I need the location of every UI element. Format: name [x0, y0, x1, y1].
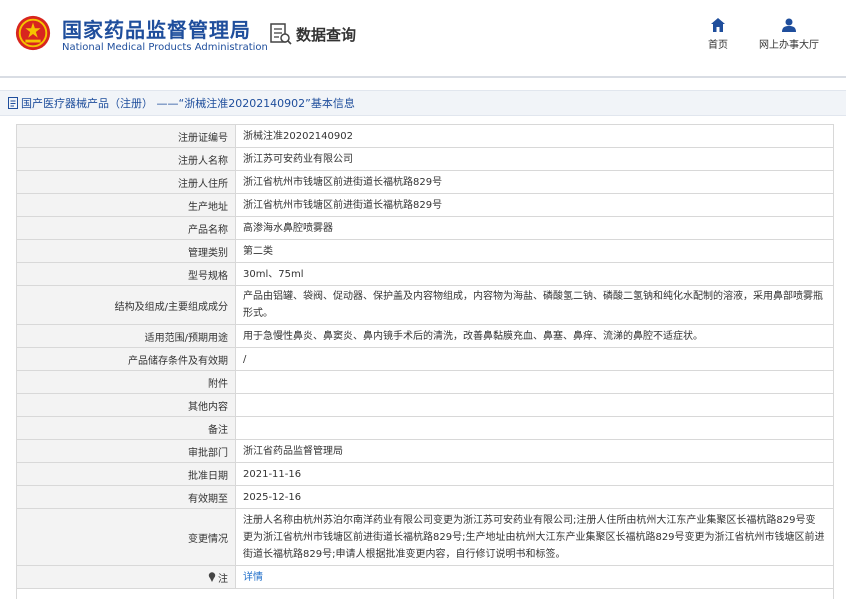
- site-header: 国家药品监督管理局 National Medical Products Admi…: [0, 0, 846, 78]
- data-query-label: 数据查询: [296, 25, 357, 44]
- field-value: 浙江省药品监督管理局: [243, 445, 343, 457]
- field-label: 型号规格: [17, 263, 236, 285]
- nav-online-hall-label: 网上办事大厅: [759, 40, 819, 51]
- table-row: 审批部门 浙江省药品监督管理局: [17, 440, 833, 463]
- table-row: 适用范围/预期用途 用于急慢性鼻炎、鼻窦炎、鼻内镜手术后的清洗，改善鼻黏膜充血、…: [17, 325, 833, 348]
- table-row: 其他内容: [17, 394, 833, 417]
- site-logo-title: 国家药品监督管理局: [62, 18, 251, 42]
- field-label: 其他内容: [17, 394, 236, 416]
- field-label: 适用范围/预期用途: [17, 325, 236, 347]
- table-row: 管理类别 第二类: [17, 240, 833, 263]
- page-title: 国产医疗器械产品（注册） ——“浙械注准20202140902”基本信息: [21, 97, 355, 110]
- field-label: 产品储存条件及有效期: [17, 348, 236, 370]
- field-label: 生产地址: [17, 194, 236, 216]
- field-value: 浙械注准20202140902: [243, 130, 353, 142]
- table-row: 注册人住所 浙江省杭州市钱塘区前进街道长福杭路829号: [17, 171, 833, 194]
- page-title-bar: 国产医疗器械产品（注册） ——“浙械注准20202140902”基本信息: [0, 90, 846, 116]
- site-logo-subtitle: National Medical Products Administration: [62, 42, 268, 53]
- table-row: 结构及组成/主要组成成分 产品由铝罐、袋阀、促动器、保护盖及内容物组成，内容物为…: [17, 286, 833, 325]
- table-row: 注 详情: [17, 566, 833, 589]
- field-value: 30ml、75ml: [243, 268, 304, 280]
- table-row: 注册人名称 浙江苏可安药业有限公司: [17, 148, 833, 171]
- field-value: 用于急慢性鼻炎、鼻窦炎、鼻内镜手术后的清洗，改善鼻黏膜充血、鼻塞、鼻痒、流涕的鼻…: [243, 330, 703, 342]
- document-icon: [8, 97, 18, 109]
- national-emblem-icon: [15, 15, 51, 51]
- field-value: 高渗海水鼻腔喷雾器: [243, 222, 333, 234]
- field-value: 2025-12-16: [243, 491, 302, 503]
- detail-table: 注册证编号 浙械注准20202140902 注册人名称 浙江苏可安药业有限公司 …: [16, 124, 834, 599]
- field-value: [236, 417, 833, 439]
- table-row: 生产地址 浙江省杭州市钱塘区前进街道长福杭路829号: [17, 194, 833, 217]
- field-label: 附件: [17, 371, 236, 393]
- user-icon: [782, 18, 796, 32]
- field-label: 注: [17, 566, 236, 588]
- data-query-icon: [270, 23, 292, 45]
- field-value: 浙江省杭州市钱塘区前进街道长福杭路829号: [243, 176, 443, 188]
- data-query-link[interactable]: 数据查询: [270, 22, 356, 46]
- pin-icon: [208, 572, 216, 582]
- field-value: [236, 371, 833, 393]
- field-label: 管理类别: [17, 240, 236, 262]
- field-value: [236, 394, 833, 416]
- field-label: 注册人名称: [17, 148, 236, 170]
- home-icon: [711, 18, 725, 32]
- field-label: 注册人住所: [17, 171, 236, 193]
- field-label: 结构及组成/主要组成成分: [17, 286, 236, 324]
- field-value: 产品由铝罐、袋阀、促动器、保护盖及内容物组成，内容物为海盐、磷酸氢二钠、磷酸二氢…: [243, 291, 823, 319]
- details-link[interactable]: 详情: [243, 569, 263, 586]
- nav-home-button[interactable]: 首页: [700, 18, 736, 51]
- table-row: 备注: [17, 417, 833, 440]
- field-value: 浙江省杭州市钱塘区前进街道长福杭路829号: [243, 199, 443, 211]
- field-label: 变更情况: [17, 509, 236, 565]
- field-label: 产品名称: [17, 217, 236, 239]
- field-label: 有效期至: [17, 486, 236, 508]
- note-label: 注: [218, 573, 228, 585]
- field-value: 注册人名称由杭州苏泊尔南洋药业有限公司变更为浙江苏可安药业有限公司;注册人住所由…: [243, 514, 825, 560]
- field-value: /: [243, 353, 247, 365]
- field-value: 详情: [236, 566, 833, 588]
- field-value: 浙江苏可安药业有限公司: [243, 153, 353, 165]
- table-row: 变更情况 注册人名称由杭州苏泊尔南洋药业有限公司变更为浙江苏可安药业有限公司;注…: [17, 509, 833, 566]
- table-row: 型号规格 30ml、75ml: [17, 263, 833, 286]
- field-label: 批准日期: [17, 463, 236, 485]
- table-row: 注册证编号 浙械注准20202140902: [17, 125, 833, 148]
- field-label: 注册证编号: [17, 125, 236, 147]
- field-value: 第二类: [243, 245, 273, 257]
- table-row: 产品储存条件及有效期 /: [17, 348, 833, 371]
- table-row: 有效期至 2025-12-16: [17, 486, 833, 509]
- table-row: 附件: [17, 371, 833, 394]
- field-label: 备注: [17, 417, 236, 439]
- table-row: 批准日期 2021-11-16: [17, 463, 833, 486]
- nav-online-hall-button[interactable]: 网上办事大厅: [752, 18, 826, 51]
- field-label: 审批部门: [17, 440, 236, 462]
- field-value: 2021-11-16: [243, 468, 302, 480]
- nav-home-label: 首页: [708, 40, 728, 51]
- table-row: 产品名称 高渗海水鼻腔喷雾器: [17, 217, 833, 240]
